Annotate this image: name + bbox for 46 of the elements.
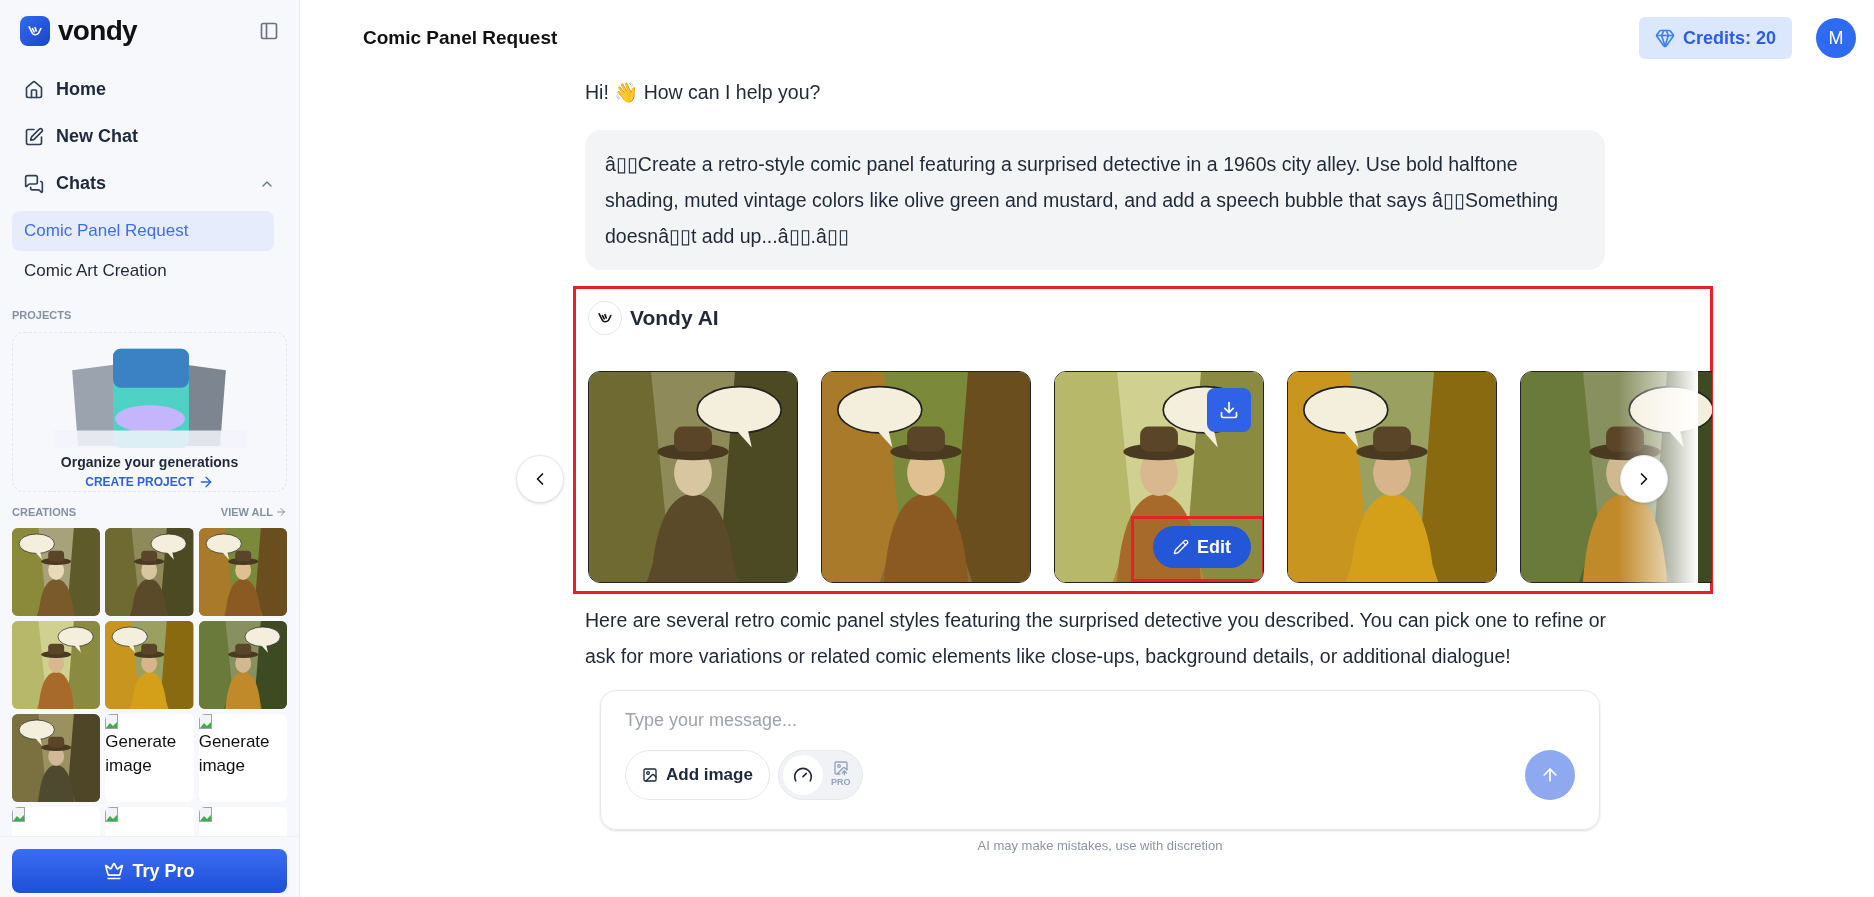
sidebar-toggle-icon[interactable] — [259, 21, 279, 41]
pro-label: PRO — [830, 776, 851, 790]
chat-item[interactable]: Comic Panel Request — [12, 211, 274, 251]
chat-item[interactable]: Comic Art Creation — [12, 251, 287, 291]
image-alt-text: Generate — [198, 731, 270, 753]
credits-badge[interactable]: Credits: 20 — [1638, 17, 1792, 59]
add-image-button[interactable]: Add image — [625, 750, 770, 800]
speed-mode-icon[interactable] — [782, 755, 823, 795]
create-project-link[interactable]: CREATE PROJECT — [85, 472, 214, 491]
assistant-message: Here are several retro comic panel styles featuring the surprised detective you described. You can pick one to refine or ask for more variations or related comic elements like close-ups, background details, or additional dialogue! — [585, 608, 1607, 669]
chat-title: Comic Panel Request — [363, 25, 558, 50]
download-button[interactable] — [1207, 388, 1251, 432]
arrow-right-icon — [275, 505, 287, 518]
broken-image-icon — [198, 714, 213, 730]
sender-name: Vondy AI — [630, 305, 719, 332]
card-title: Organize your generations — [60, 452, 239, 472]
broken-image-icon — [105, 807, 120, 823]
section-heading: PROJECTS — [12, 308, 73, 323]
broken-image-icon — [198, 807, 213, 823]
image-alt-text: Generate — [105, 731, 177, 753]
image-icon — [642, 767, 658, 783]
broken-image-icon — [12, 807, 26, 823]
assistant-message: Hi! 👋 How can I help you? — [585, 80, 822, 105]
logo-icon — [20, 16, 50, 46]
edit-icon — [24, 126, 44, 147]
download-icon — [1219, 400, 1239, 420]
try-pro-button[interactable]: Try Pro — [12, 849, 287, 893]
user-message: â▯▯Create a retro-style comic panel featuring a surprised detective in a 1960s city alley. Use bold halftone shading, muted vintage colors like olive green and mustard, and add a speech bubble that says â▯▯Something doesnâ▯▯t add up...â▯▯.â▯▯ — [585, 130, 1605, 270]
crown-icon — [104, 861, 125, 881]
disclaimer: AI may make mistakes, use with discretion — [976, 837, 1224, 855]
edit-button[interactable]: Edit — [1153, 526, 1251, 568]
home-icon — [24, 79, 44, 100]
send-button[interactable] — [1525, 750, 1575, 800]
nav-item[interactable]: New Chat — [12, 113, 287, 160]
pencil-icon — [1173, 539, 1189, 555]
image-alt-text: image — [105, 755, 152, 777]
view-all-link[interactable]: VIEW ALL — [220, 503, 287, 520]
nav-item[interactable]: Chats — [12, 160, 287, 207]
image-alt-text: image — [198, 755, 245, 777]
user-avatar[interactable]: M — [1816, 18, 1856, 58]
chat-bubbles-icon — [24, 173, 44, 194]
section-heading: CREATIONS — [12, 504, 76, 520]
broken-image-icon — [105, 714, 120, 730]
message-input[interactable]: Type your message... — [625, 707, 1575, 734]
brand-name: vondy — [58, 17, 137, 45]
nav-item[interactable]: Home — [12, 66, 287, 113]
